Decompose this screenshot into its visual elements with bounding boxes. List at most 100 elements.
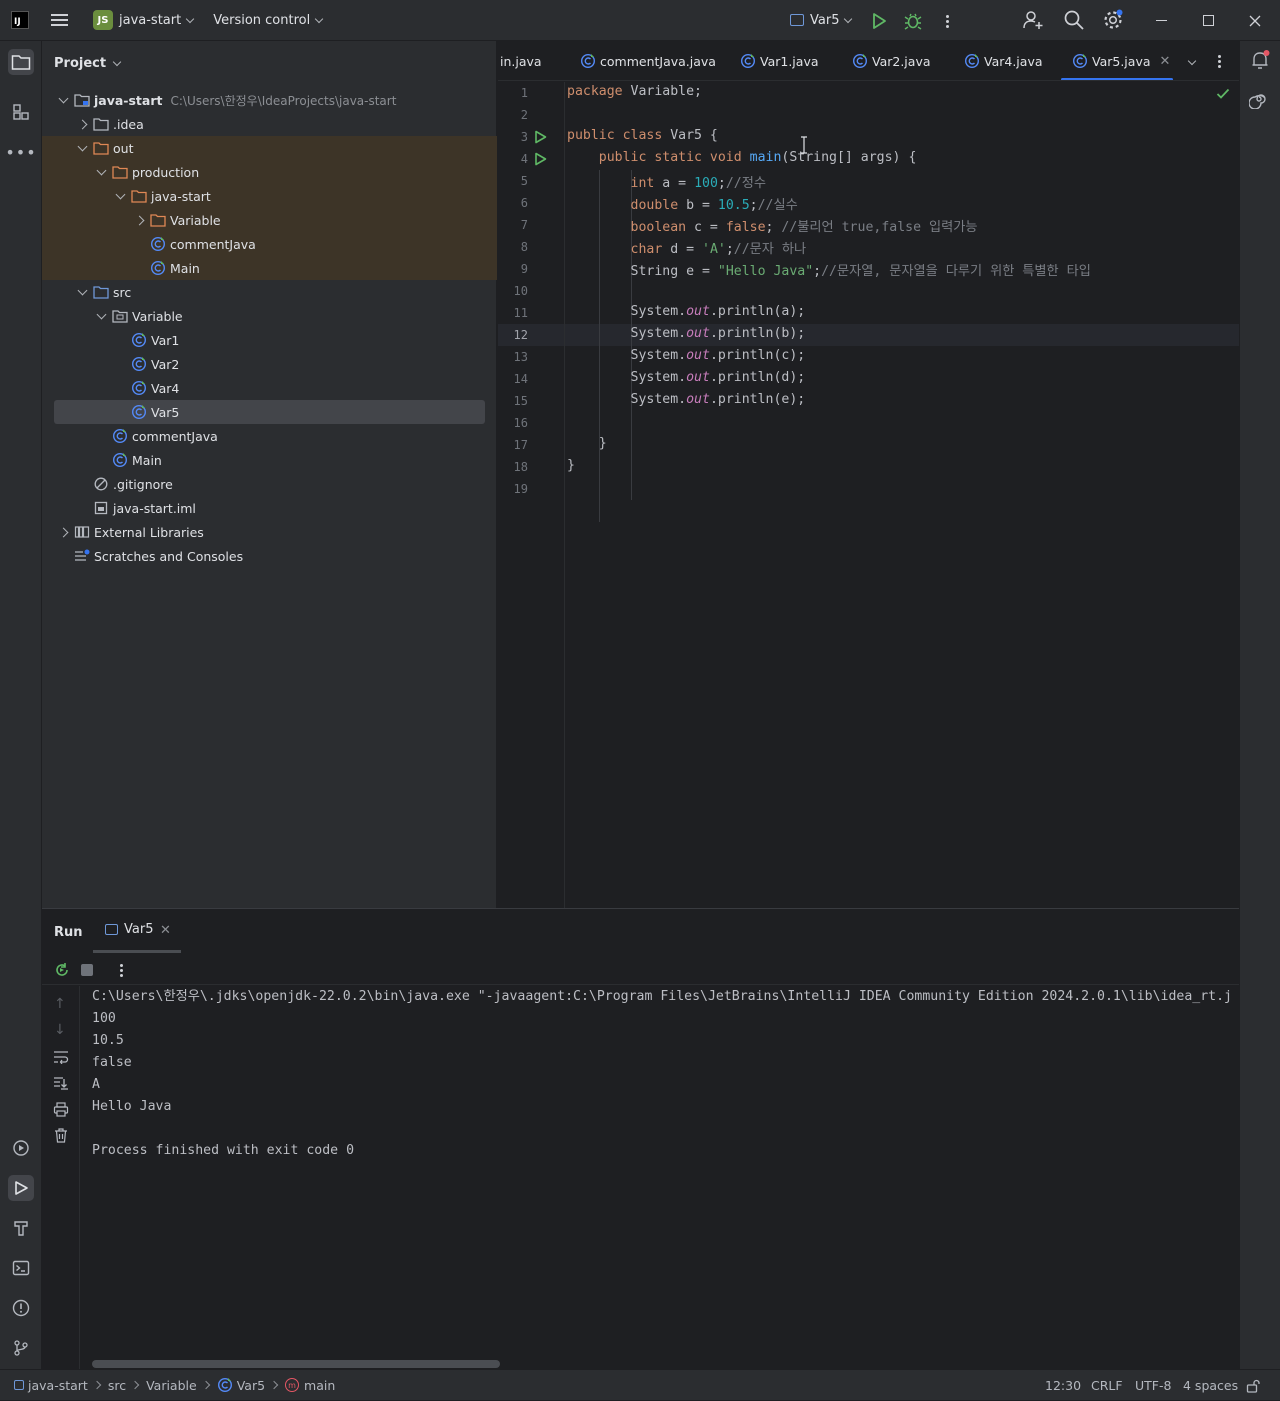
tab-var4-java[interactable]: Var4.java: [960, 41, 1043, 80]
search-icon: [1064, 10, 1084, 30]
structure-tool-button[interactable]: [8, 99, 34, 125]
scroll-down-button[interactable]: ↓: [54, 1022, 66, 1038]
run-tool-button[interactable]: [8, 1175, 34, 1201]
file-encoding[interactable]: UTF-8: [1135, 1370, 1171, 1401]
chevron-down-icon[interactable]: [113, 189, 127, 203]
breadcrumb-src[interactable]: src: [108, 1378, 126, 1393]
tree-item-src[interactable]: src: [42, 280, 497, 304]
tree-item-java-start-out[interactable]: java-start: [42, 184, 497, 208]
tab-var1-java[interactable]: Var1.java: [736, 41, 819, 80]
chevron-right-icon[interactable]: [56, 525, 70, 539]
breadcrumb-variable[interactable]: Variable: [146, 1378, 197, 1393]
project-tool-button[interactable]: [8, 49, 34, 75]
caret-position[interactable]: 12:30: [1045, 1370, 1081, 1401]
tree-item-external-libraries[interactable]: External Libraries: [42, 520, 497, 544]
tree-item-var4[interactable]: Var4: [42, 376, 497, 400]
problems-tool-button[interactable]: [8, 1295, 34, 1321]
tree-item-commentjava[interactable]: commentJava: [42, 424, 497, 448]
line-separator[interactable]: CRLF: [1091, 1370, 1123, 1401]
java-class-icon: [131, 332, 147, 348]
tree-item-var2[interactable]: Var2: [42, 352, 497, 376]
run-gutter-icon-class[interactable]: [534, 130, 547, 148]
project-switcher[interactable]: JS java-start: [87, 6, 199, 34]
main-menu-button[interactable]: [51, 8, 75, 32]
ai-assistant-button[interactable]: [1248, 89, 1271, 111]
java-class-icon: [580, 53, 596, 69]
read-only-toggle[interactable]: [1246, 1370, 1260, 1401]
tree-item-production[interactable]: production: [42, 160, 497, 184]
horizontal-scrollbar[interactable]: [92, 1360, 500, 1368]
breadcrumb-var5[interactable]: Var5: [217, 1377, 265, 1393]
debug-button[interactable]: [902, 10, 924, 32]
chevron-down-icon: [844, 14, 853, 23]
search-everywhere-button[interactable]: [1063, 9, 1087, 33]
tab-options-button[interactable]: [1211, 53, 1227, 69]
tree-item-main[interactable]: Main: [42, 448, 497, 472]
services-tool-button[interactable]: [8, 1135, 34, 1161]
terminal-tool-button[interactable]: [8, 1255, 34, 1281]
tree-item-idea[interactable]: .idea: [42, 112, 497, 136]
tree-item-var1[interactable]: Var1: [42, 328, 497, 352]
more-run-actions-button[interactable]: [114, 961, 128, 979]
chevron-down-icon[interactable]: [56, 93, 70, 107]
notifications-button[interactable]: [1249, 49, 1271, 71]
tab-var2-java[interactable]: Var2.java: [848, 41, 931, 80]
tab-commentjava-java[interactable]: commentJava.java: [576, 41, 716, 80]
chevron-right-icon[interactable]: [75, 117, 89, 131]
soft-wrap-button[interactable]: [53, 1050, 69, 1068]
chevron-down-icon: [1187, 56, 1197, 66]
tree-item-variable-package[interactable]: Variable: [42, 304, 497, 328]
more-tools-button[interactable]: •••: [5, 139, 35, 165]
vcs-menu[interactable]: Version control: [207, 6, 328, 34]
project-panel-header[interactable]: Project: [42, 41, 496, 85]
console-output[interactable]: C:\Users\한정우\.jdks\openjdk-22.0.2\bin\ja…: [92, 986, 1239, 1370]
code-line-8: char d = 'A';//문자 하나: [567, 238, 807, 257]
folder-icon: [11, 55, 31, 70]
intellij-logo-icon[interactable]: IJ: [11, 11, 29, 29]
run-panel-title[interactable]: Run: [54, 925, 83, 940]
clear-all-button[interactable]: [54, 1128, 68, 1147]
rerun-button[interactable]: [53, 961, 71, 979]
chevron-down-icon[interactable]: [94, 165, 108, 179]
git-tool-button[interactable]: [8, 1335, 34, 1361]
maximize-button[interactable]: [1185, 0, 1231, 41]
more-actions-button[interactable]: [936, 10, 958, 32]
run-button[interactable]: [868, 10, 890, 32]
stop-button[interactable]: [81, 964, 93, 976]
tree-item-variable-out[interactable]: Variable: [42, 208, 497, 232]
run-gutter-icon-main[interactable]: [534, 152, 547, 170]
build-tool-button[interactable]: [8, 1215, 34, 1241]
breadcrumb-main[interactable]: m main: [285, 1378, 335, 1393]
run-config-selector[interactable]: Var5: [784, 6, 857, 34]
chevron-down-icon[interactable]: [75, 141, 89, 155]
breadcrumb-label: Variable: [146, 1377, 197, 1393]
settings-button[interactable]: [1102, 9, 1126, 33]
tree-item-main-out[interactable]: Main: [42, 256, 497, 280]
code-with-me-button[interactable]: [1022, 9, 1046, 33]
tree-item-scratches[interactable]: Scratches and Consoles: [42, 544, 497, 568]
scroll-up-button[interactable]: ↑: [54, 996, 66, 1012]
tab-var5-java[interactable]: Var5.java ✕: [1061, 41, 1173, 80]
tree-item-java-start-root[interactable]: java-start C:\Users\한정우\IdeaProjects\jav…: [42, 88, 497, 112]
chevron-down-icon[interactable]: [94, 309, 108, 323]
tree-item-gitignore[interactable]: .gitignore: [42, 472, 497, 496]
tab-main-java[interactable]: in.java: [500, 41, 542, 80]
minimize-button[interactable]: [1138, 0, 1184, 41]
close-run-tab-icon[interactable]: ✕: [160, 923, 171, 938]
chevron-right-icon[interactable]: [132, 213, 146, 227]
tree-item-var5[interactable]: Var5: [42, 400, 497, 424]
close-tab-icon[interactable]: ✕: [1160, 54, 1171, 69]
code-editor[interactable]: 1 2 3 4 5 6 7 8 9 10 11 12 13 14 15 16 1…: [498, 82, 1239, 908]
indent-setting[interactable]: 4 spaces: [1183, 1370, 1238, 1401]
close-window-button[interactable]: [1232, 0, 1278, 41]
breadcrumb-project[interactable]: java-start: [14, 1378, 88, 1393]
tree-item-commentjava-out[interactable]: commentJava: [42, 232, 497, 256]
print-button[interactable]: [53, 1102, 69, 1121]
tree-item-out[interactable]: out: [42, 136, 497, 160]
scroll-to-end-button[interactable]: [53, 1076, 69, 1094]
tree-item-iml[interactable]: java-start.iml: [42, 496, 497, 520]
tab-list-button[interactable]: [1184, 53, 1200, 69]
no-problems-indicator[interactable]: [1216, 88, 1230, 104]
java-class-icon: [112, 428, 128, 444]
chevron-down-icon[interactable]: [75, 285, 89, 299]
